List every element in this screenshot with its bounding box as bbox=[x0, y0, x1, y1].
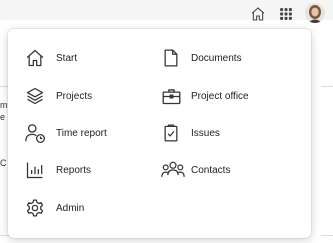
home-icon bbox=[24, 47, 46, 69]
grid-icon bbox=[280, 8, 292, 20]
menu-item-projects[interactable]: Projects bbox=[24, 83, 92, 109]
menu-item-contacts[interactable]: Contacts bbox=[160, 157, 230, 183]
background-text-fragment: m bbox=[0, 100, 8, 110]
menu-item-start[interactable]: Start bbox=[24, 45, 77, 71]
user-clock-icon bbox=[24, 122, 46, 144]
menu-item-project-office[interactable]: Project office bbox=[160, 83, 249, 109]
background-text-fragment: e bbox=[0, 112, 6, 122]
menu-item-label: Contacts bbox=[191, 164, 231, 176]
layers-icon bbox=[24, 85, 46, 107]
menu-item-label: Time report bbox=[56, 127, 107, 139]
home-icon bbox=[251, 7, 265, 21]
apps-grid-button[interactable] bbox=[277, 5, 295, 23]
background-text-fragment: C bbox=[0, 158, 7, 168]
menu-item-label: Documents bbox=[191, 52, 242, 64]
menu-item-label: Admin bbox=[56, 202, 85, 214]
menu-item-issues[interactable]: Issues bbox=[160, 120, 220, 146]
avatar-image bbox=[305, 3, 325, 23]
menu-item-label: Projects bbox=[56, 90, 93, 102]
menu-item-documents[interactable]: Documents bbox=[160, 45, 242, 71]
menu-item-time-report[interactable]: Time report bbox=[24, 120, 107, 146]
gear-icon bbox=[24, 197, 46, 219]
clipboard-check-icon bbox=[160, 122, 182, 144]
menu-item-label: Project office bbox=[191, 90, 249, 102]
background-card-right bbox=[321, 86, 333, 236]
menu-item-label: Issues bbox=[191, 127, 220, 139]
briefcase-icon bbox=[160, 85, 182, 107]
avatar[interactable] bbox=[305, 3, 325, 23]
menu-item-label: Start bbox=[56, 52, 78, 64]
home-button[interactable] bbox=[249, 5, 267, 23]
menu-item-admin[interactable]: Admin bbox=[24, 195, 84, 221]
menu-item-label: Reports bbox=[56, 164, 92, 176]
document-icon bbox=[160, 47, 182, 69]
apps-menu: Start Projects Time report Reports Admin… bbox=[8, 29, 311, 238]
menu-item-reports[interactable]: Reports bbox=[24, 157, 91, 183]
people-icon bbox=[160, 159, 186, 181]
bar-chart-icon bbox=[24, 159, 46, 181]
